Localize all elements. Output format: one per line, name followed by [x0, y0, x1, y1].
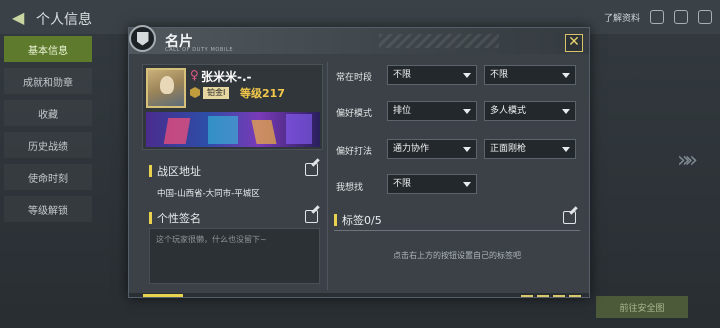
chevron-down-icon: [562, 147, 570, 152]
rank-badge-icon: [190, 87, 200, 98]
signature-box[interactable]: 这个玩家很懒，什么也没留下~: [149, 228, 320, 284]
column-divider: [327, 62, 328, 290]
mode-label: 偏好模式: [336, 109, 373, 119]
close-icon[interactable]: ✕: [565, 34, 583, 52]
sidebar-item-level-unlock[interactable]: 等级解锁: [4, 196, 92, 222]
chevron-down-icon: [463, 182, 471, 187]
background-top-right: 了解资料: [604, 10, 712, 24]
background-sidebar: 基本信息 成就和勋章 收藏 历史战绩 使命时刻 等级解锁: [4, 36, 92, 228]
looking-for-dropdown[interactable]: 不限: [387, 174, 477, 194]
mode-dropdown-1[interactable]: 排位: [387, 101, 477, 121]
background-page-title: 个人信息: [36, 12, 92, 28]
chevron-down-icon: [463, 147, 471, 152]
chevron-down-icon: [562, 109, 570, 114]
region-value: 中国-山西省-大同市-平城区: [157, 189, 260, 199]
chevron-down-icon: [463, 109, 471, 114]
chevron-down-icon: [463, 73, 471, 78]
edit-region-icon[interactable]: [305, 163, 318, 176]
gear-icon[interactable]: [698, 10, 712, 24]
sidebar-item-history[interactable]: 历史战绩: [4, 132, 92, 158]
rank-name: 铂金Ⅰ: [203, 87, 230, 99]
background-bottom-button[interactable]: 前往安全图: [596, 296, 688, 318]
cod-logo-icon: [129, 25, 156, 52]
message-icon[interactable]: [674, 10, 688, 24]
card-subtitle: CALL OF DUTY MOBILE: [165, 47, 234, 53]
tags-label: 标签0/5: [334, 212, 382, 228]
tags-hint: 点击右上方的按钮设置自己的标签吧: [393, 251, 521, 260]
chevron-right-icon: »»: [677, 148, 698, 173]
time-dropdown-2[interactable]: 不限: [484, 65, 576, 85]
name-card-dialog: 名片 CALL OF DUTY MOBILE ✕ ♀ 张米米-.- 铂金Ⅰ 等级…: [128, 25, 590, 298]
person-icon[interactable]: [650, 10, 664, 24]
style-dropdown-2[interactable]: 正面刚枪: [484, 139, 576, 159]
profile-banner[interactable]: [146, 112, 320, 147]
help-label[interactable]: 了解资料: [604, 11, 640, 24]
username: 张米米-.-: [201, 70, 252, 84]
looking-for-label: 我想找: [336, 183, 364, 193]
gender-female-icon: ♀: [190, 68, 199, 82]
player-level: 等级217: [240, 87, 285, 100]
profile-block: ♀ 张米米-.- 铂金Ⅰ 等级217: [142, 64, 323, 150]
edit-tags-icon[interactable]: [563, 211, 576, 224]
tags-divider: [334, 230, 580, 231]
edit-signature-icon[interactable]: [305, 210, 318, 223]
time-label: 常在时段: [336, 73, 373, 83]
time-dropdown-1[interactable]: 不限: [387, 65, 477, 85]
chevron-down-icon: [562, 73, 570, 78]
avatar[interactable]: [146, 68, 186, 108]
sidebar-item-achievements[interactable]: 成就和勋章: [4, 68, 92, 94]
style-label: 偏好打法: [336, 147, 373, 157]
card-bottom-bar: [129, 293, 589, 297]
style-dropdown-1[interactable]: 通力协作: [387, 139, 477, 159]
sidebar-item-missions[interactable]: 使命时刻: [4, 164, 92, 190]
signature-label: 个性签名: [149, 210, 201, 226]
region-label: 战区地址: [149, 163, 201, 179]
sidebar-item-basic-info[interactable]: 基本信息: [4, 36, 92, 62]
mode-dropdown-2[interactable]: 多人模式: [484, 101, 576, 121]
header-stripes: [379, 34, 499, 48]
back-arrow-icon[interactable]: ◀: [12, 8, 24, 27]
sidebar-item-collection[interactable]: 收藏: [4, 100, 92, 126]
